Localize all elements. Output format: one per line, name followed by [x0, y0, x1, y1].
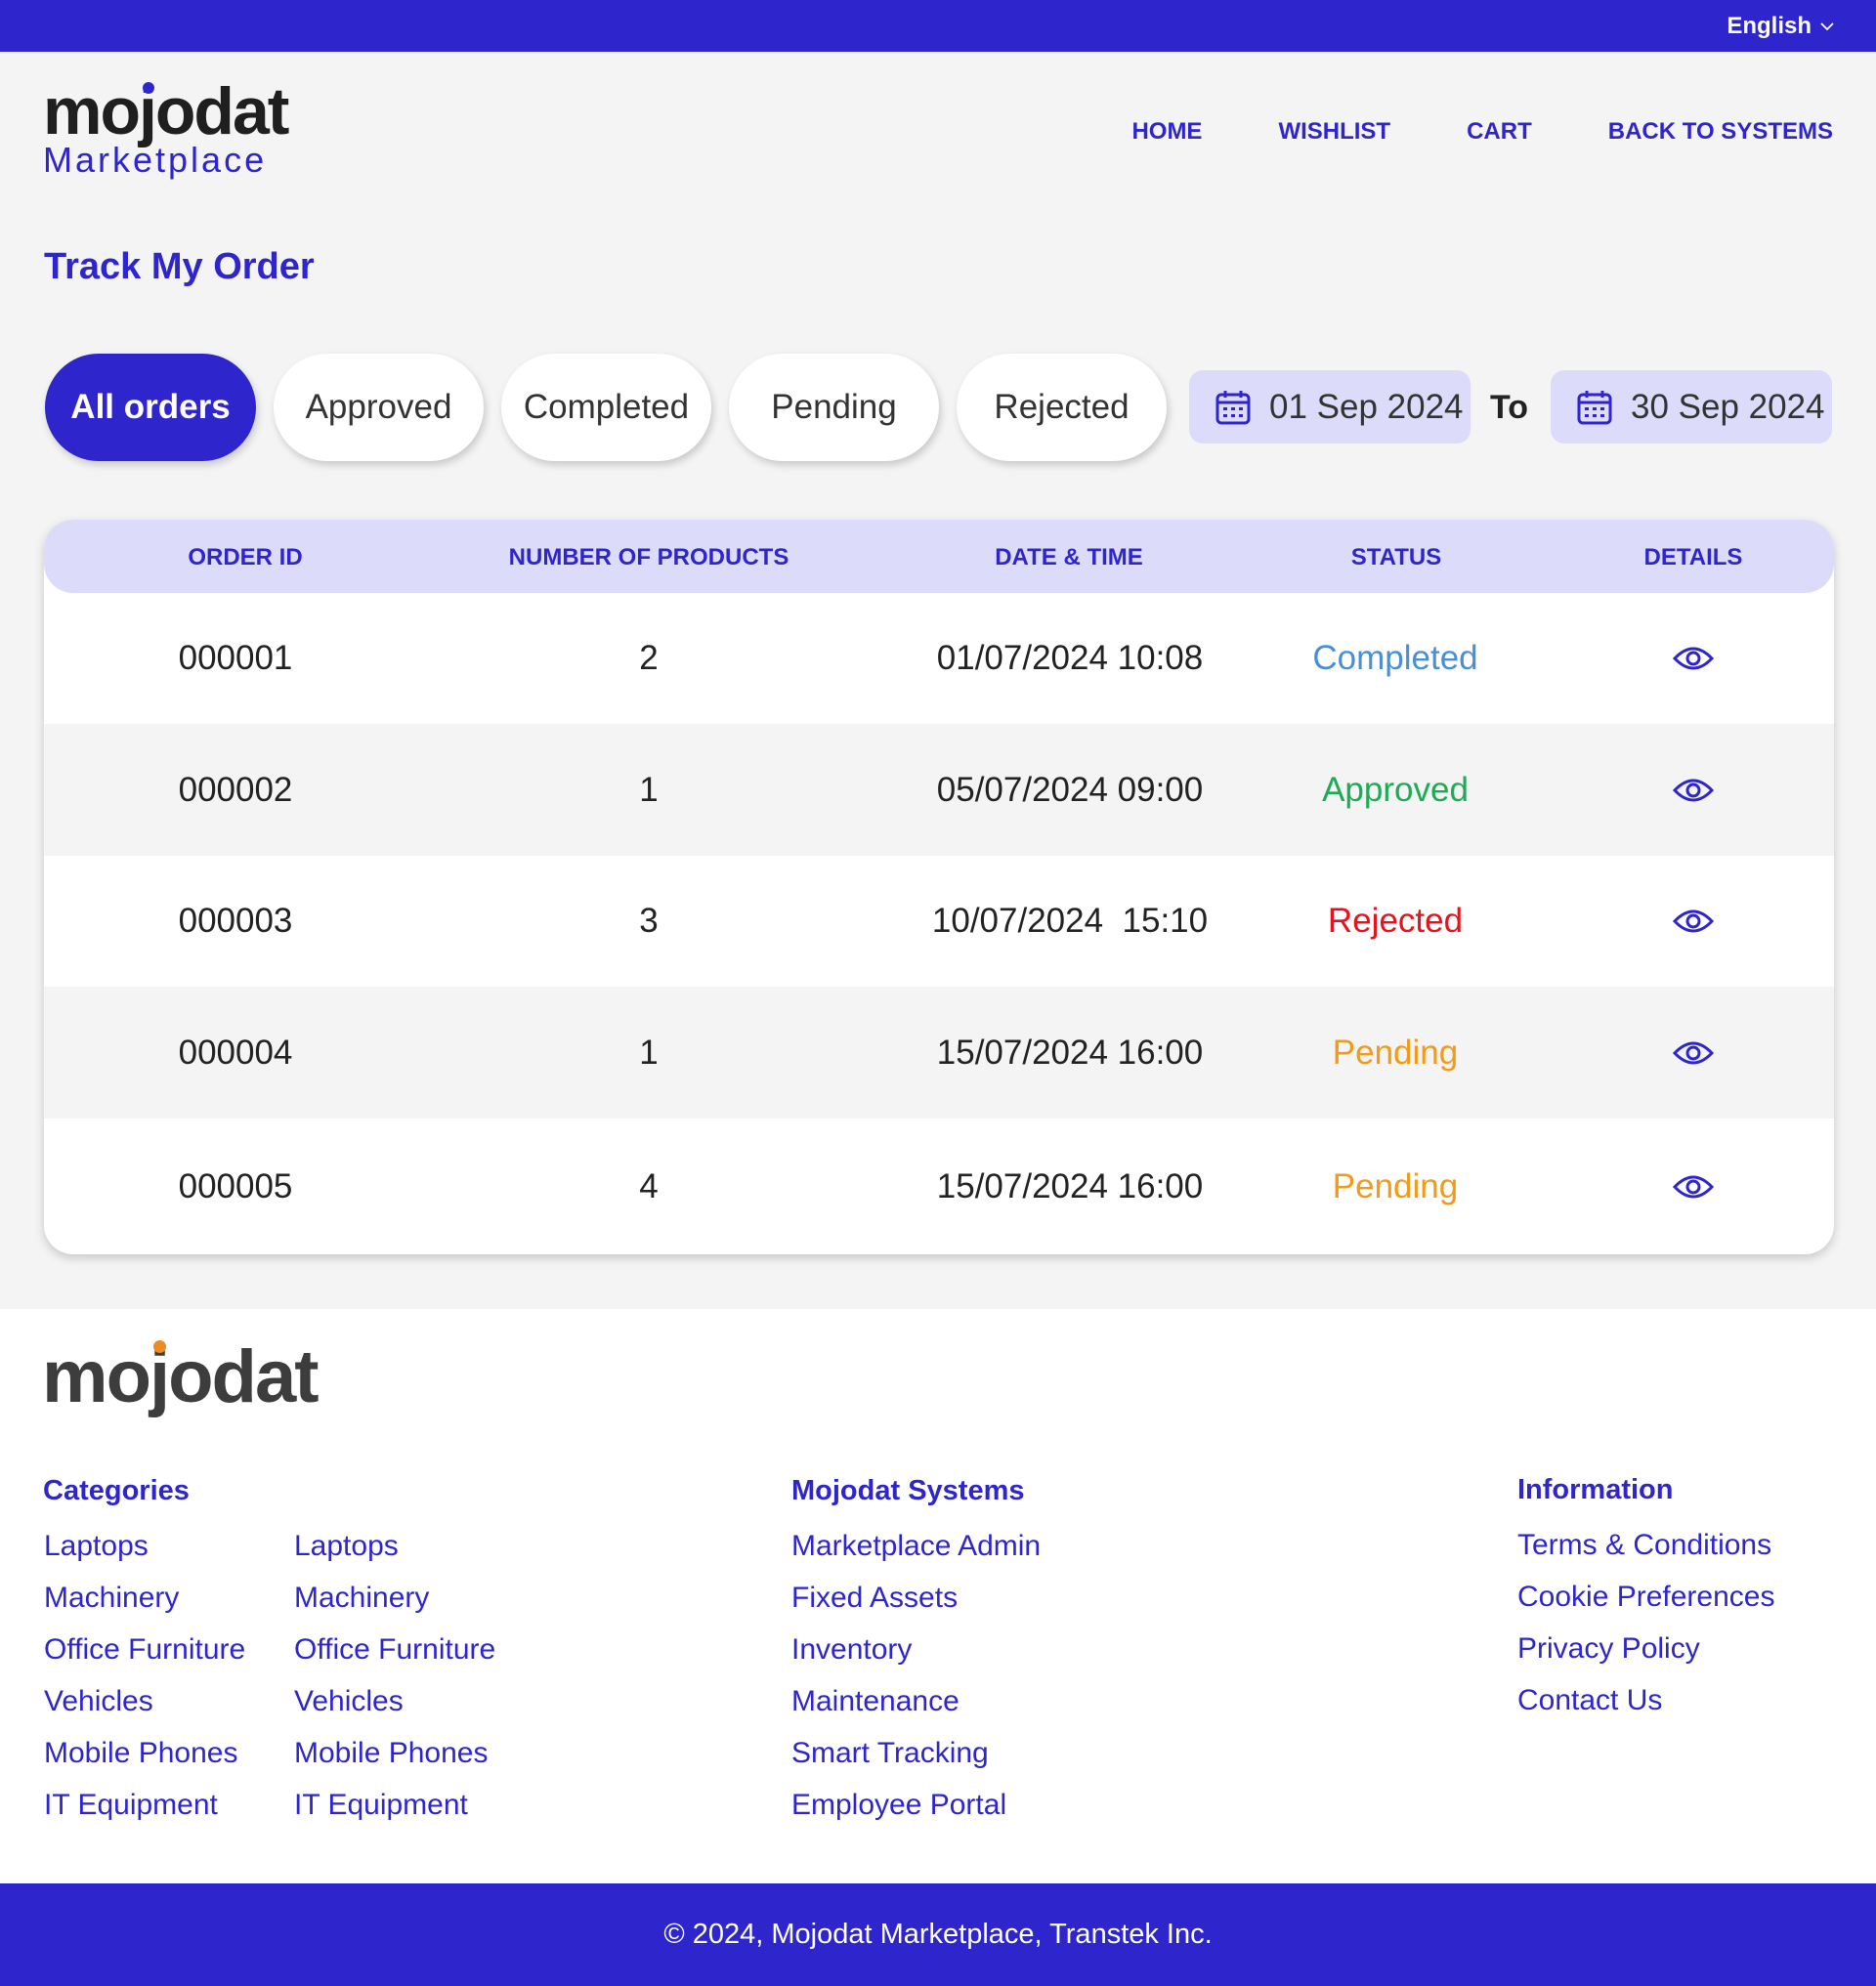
order-id-cell: 000001 [178, 639, 293, 677]
footer-system-link[interactable]: Employee Portal [791, 1789, 1006, 1822]
date-range-to-label: To [1490, 389, 1529, 426]
footer-categories-title: Categories [43, 1475, 190, 1506]
logo-dot [143, 82, 154, 94]
main-nav: HOME WISHLIST CART BACK TO SYSTEMS [1131, 118, 1833, 146]
footer-logo[interactable]: mojodat [42, 1340, 320, 1415]
calendar-icon [1215, 390, 1251, 424]
product-count-cell: 2 [639, 639, 659, 677]
footer-category-link[interactable]: Laptops [44, 1530, 149, 1563]
calendar-icon [1577, 390, 1612, 424]
status-cell: Completed [1312, 639, 1478, 677]
footer-category-link[interactable]: Machinery [44, 1582, 179, 1615]
datetime-cell: 05/07/2024 09:00 [936, 770, 1204, 809]
status-cell: Pending [1332, 1033, 1459, 1072]
date-to-value: 30 Sep 2024 [1631, 387, 1825, 426]
filter-completed[interactable]: Completed [501, 354, 711, 461]
eye-icon[interactable] [1673, 908, 1714, 935]
table-row: 000001 2 01/07/2024 10:08 Completed [44, 593, 1834, 724]
page-title: Track My Order [44, 246, 315, 287]
site-logo[interactable]: mojodat Marketplace [43, 78, 289, 178]
chevron-down-icon [1820, 22, 1834, 31]
table-row: 000002 1 05/07/2024 09:00 Approved [44, 724, 1834, 856]
nav-cart[interactable]: CART [1467, 118, 1532, 146]
filter-approved[interactable]: Approved [274, 354, 484, 461]
footer-category-link[interactable]: Vehicles [44, 1685, 153, 1718]
order-id-cell: 000002 [178, 770, 293, 809]
top-bar: English [0, 0, 1876, 52]
date-from-picker[interactable]: 01 Sep 2024 [1189, 370, 1471, 444]
footer-info-link[interactable]: Cookie Preferences [1517, 1581, 1774, 1614]
datetime-cell: 10/07/2024 15:10 [931, 902, 1209, 940]
footer-category-link[interactable]: Office Furniture [44, 1633, 245, 1667]
column-header-details: DETAILS [1643, 544, 1743, 570]
eye-icon[interactable] [1673, 645, 1714, 672]
footer-category-link[interactable]: IT Equipment [44, 1789, 218, 1822]
order-id-cell: 000004 [178, 1033, 293, 1072]
footer-system-link[interactable]: Maintenance [791, 1685, 959, 1718]
status-cell: Rejected [1327, 902, 1464, 940]
footer-category-link[interactable]: Mobile Phones [294, 1737, 488, 1770]
filter-rejected[interactable]: Rejected [957, 354, 1167, 461]
footer-logo-text: mojodat [42, 1335, 320, 1418]
table-row: 000004 1 15/07/2024 16:00 Pending [44, 987, 1834, 1119]
footer-category-link[interactable]: Laptops [294, 1530, 399, 1563]
order-id-cell: 000003 [178, 902, 293, 940]
table-row: 000003 3 10/07/2024 15:10 Rejected [44, 856, 1834, 987]
nav-home[interactable]: HOME [1131, 118, 1202, 146]
status-cell: Pending [1332, 1166, 1459, 1205]
language-selector[interactable]: English [1727, 13, 1835, 40]
footer-system-link[interactable]: Smart Tracking [791, 1737, 989, 1770]
logo-wordmark: mojodat [43, 78, 289, 145]
footer-systems-title: Mojodat Systems [791, 1475, 1025, 1506]
filter-all-orders[interactable]: All orders [45, 354, 256, 461]
footer-system-link[interactable]: Inventory [791, 1633, 912, 1667]
copyright-text: © 2024, Mojodat Marketplace, Transtek In… [663, 1919, 1213, 1950]
footer-category-link[interactable]: Machinery [294, 1582, 429, 1615]
column-header-datetime: DATE & TIME [995, 544, 1143, 570]
footer: mojodat Categories Mojodat Systems Infor… [0, 1309, 1876, 1883]
language-label: English [1727, 13, 1812, 39]
eye-icon[interactable] [1673, 1039, 1714, 1067]
table-header: ORDER ID NUMBER OF PRODUCTS DATE & TIME … [44, 520, 1834, 593]
datetime-cell: 15/07/2024 16:00 [936, 1033, 1204, 1072]
footer-system-link[interactable]: Fixed Assets [791, 1582, 958, 1615]
eye-icon[interactable] [1673, 777, 1714, 804]
orders-table: ORDER ID NUMBER OF PRODUCTS DATE & TIME … [44, 520, 1834, 1254]
status-cell: Approved [1322, 770, 1469, 809]
footer-category-link[interactable]: Vehicles [294, 1685, 404, 1718]
datetime-cell: 15/07/2024 16:00 [936, 1166, 1204, 1205]
product-count-cell: 4 [639, 1166, 659, 1205]
date-from-value: 01 Sep 2024 [1269, 387, 1464, 426]
column-header-order-id: ORDER ID [188, 544, 303, 570]
footer-category-link[interactable]: Mobile Phones [44, 1737, 237, 1770]
footer-info-link[interactable]: Terms & Conditions [1517, 1529, 1771, 1562]
footer-info-link[interactable]: Privacy Policy [1517, 1632, 1700, 1666]
eye-icon[interactable] [1673, 1173, 1714, 1201]
footer-category-link[interactable]: IT Equipment [294, 1789, 468, 1822]
footer-system-link[interactable]: Marketplace Admin [791, 1530, 1041, 1563]
table-row: 000005 4 15/07/2024 16:00 Pending [44, 1119, 1834, 1254]
footer-logo-dot [153, 1340, 166, 1353]
nav-back-to-systems[interactable]: BACK TO SYSTEMS [1608, 118, 1833, 146]
product-count-cell: 1 [639, 770, 659, 809]
product-count-cell: 3 [639, 902, 659, 940]
logo-text: mojodat [43, 74, 289, 148]
nav-wishlist[interactable]: WISHLIST [1278, 118, 1390, 146]
footer-category-link[interactable]: Office Furniture [294, 1633, 495, 1667]
date-to-picker[interactable]: 30 Sep 2024 [1551, 370, 1832, 444]
order-id-cell: 000005 [178, 1166, 293, 1205]
column-header-products: NUMBER OF PRODUCTS [508, 544, 789, 570]
datetime-cell: 01/07/2024 10:08 [936, 639, 1204, 677]
column-header-status: STATUS [1350, 544, 1442, 570]
bottom-bar: © 2024, Mojodat Marketplace, Transtek In… [0, 1883, 1876, 1986]
filter-pending[interactable]: Pending [729, 354, 939, 461]
footer-information-title: Information [1517, 1474, 1674, 1505]
product-count-cell: 1 [639, 1033, 659, 1072]
footer-info-link[interactable]: Contact Us [1517, 1684, 1662, 1717]
